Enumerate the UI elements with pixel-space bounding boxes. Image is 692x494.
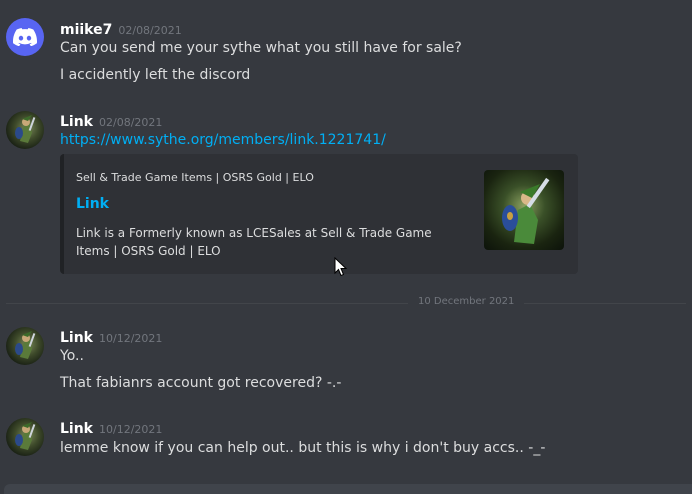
embed-provider[interactable]: Sell & Trade Game Items | OSRS Gold | EL… (76, 171, 314, 184)
discord-logo-icon (13, 28, 37, 46)
link-avatar (15, 422, 36, 450)
embed-thumbnail[interactable] (484, 170, 564, 250)
message-text: https://www.sythe.org/members/link.12217… (60, 132, 386, 148)
message-text: That fabianrs account got recovered? -.- (60, 375, 342, 391)
username[interactable]: Link (60, 421, 93, 437)
message-text: lemme know if you can help out.. but thi… (60, 440, 546, 456)
avatar[interactable] (6, 418, 44, 456)
embed-description: Link is a Formerly known as LCESales at … (76, 226, 432, 258)
mouse-cursor-icon (334, 257, 348, 277)
username[interactable]: Link (60, 114, 93, 130)
message-text: I accidently left the discord (60, 67, 251, 83)
avatar[interactable] (6, 111, 44, 149)
message-text: Can you send me your sythe what you stil… (60, 40, 462, 56)
link-embed: Sell & Trade Game Items | OSRS Gold | EL… (60, 154, 578, 274)
profile-link[interactable]: https://www.sythe.org/members/link.12217… (60, 132, 386, 148)
timestamp: 10/12/2021 (99, 332, 163, 345)
username[interactable]: Link (60, 330, 93, 346)
timestamp: 02/08/2021 (118, 24, 182, 37)
embed-title[interactable]: Link (76, 196, 109, 212)
link-avatar (15, 115, 36, 143)
timestamp: 10/12/2021 (99, 423, 163, 436)
date-divider-label: 10 December 2021 (408, 296, 525, 307)
username[interactable]: miike7 (60, 22, 112, 38)
avatar[interactable] (6, 18, 44, 56)
link-character-image (502, 177, 550, 244)
message-text: Yo.. (60, 348, 84, 364)
timestamp: 02/08/2021 (99, 116, 163, 129)
message-input-edge[interactable] (4, 484, 692, 494)
avatar[interactable] (6, 327, 44, 365)
date-divider (6, 303, 686, 304)
link-avatar (15, 331, 36, 359)
